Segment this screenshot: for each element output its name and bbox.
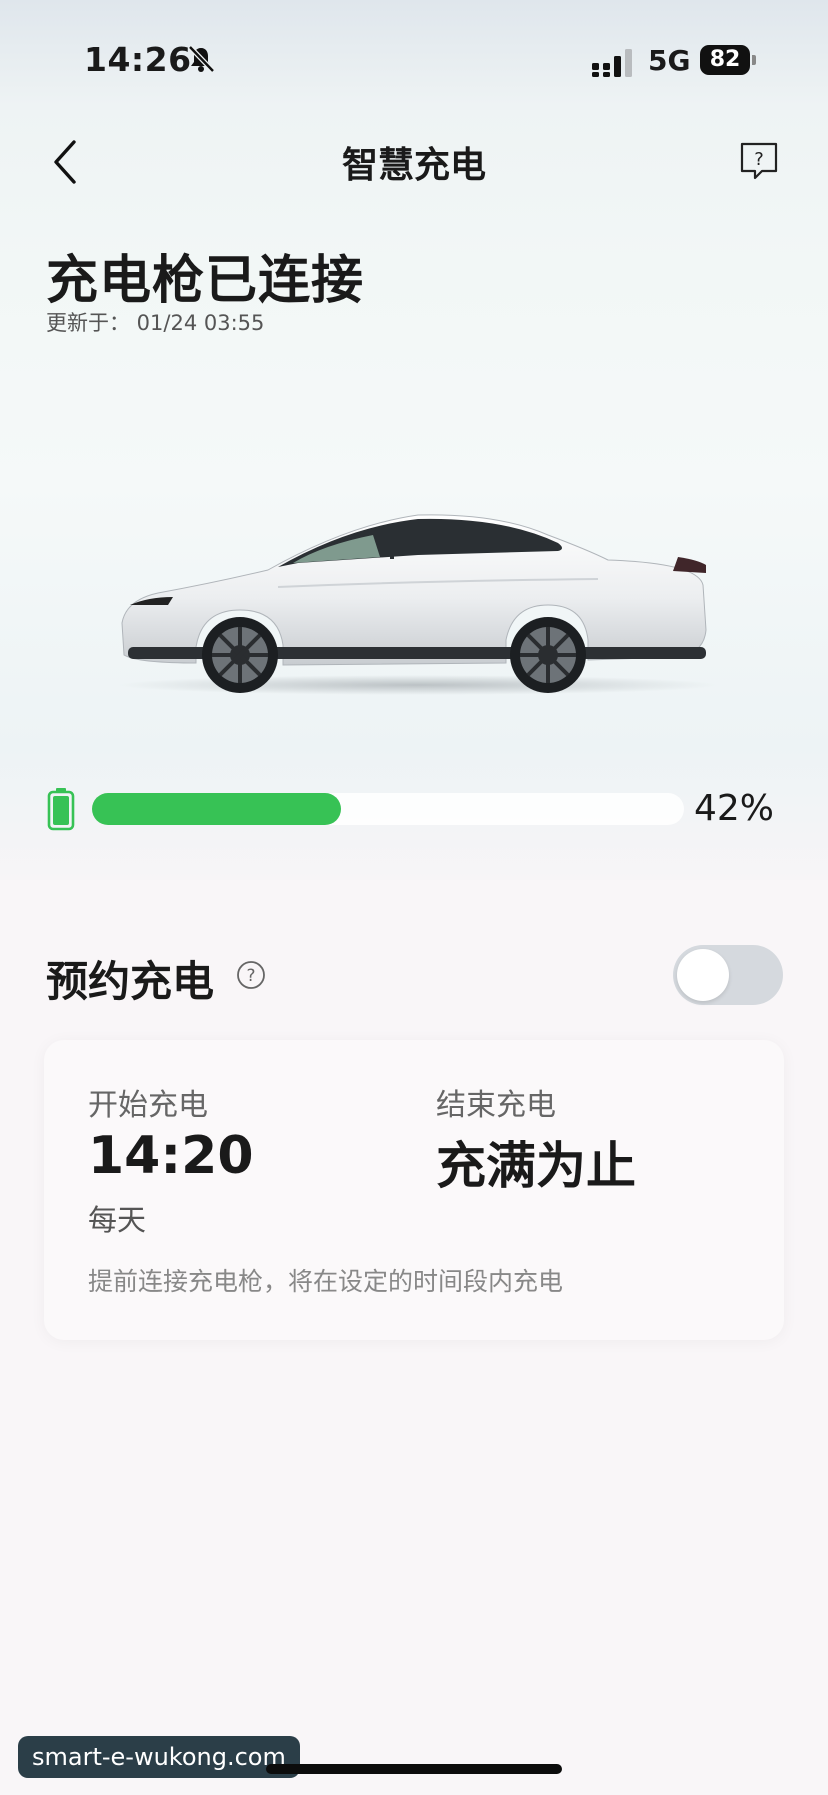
scheduled-charging-label: 预约充电	[46, 957, 215, 1006]
signal-icon	[592, 49, 632, 77]
info-question-icon[interactable]: ?	[236, 960, 266, 990]
battery-progress-bar	[92, 793, 684, 825]
start-charge-time: 14:20	[88, 1126, 254, 1186]
svg-text:?: ?	[754, 149, 764, 170]
watermark: smart-e-wukong.com	[18, 1736, 300, 1778]
start-charge-label: 开始充电	[88, 1088, 208, 1123]
connection-status: 充电枪已连接	[46, 251, 365, 311]
car-image	[118, 514, 718, 695]
network-label: 5G	[648, 44, 691, 77]
end-charge-value: 充满为止	[436, 1137, 636, 1195]
svg-text:?: ?	[246, 966, 255, 986]
end-charge-label: 结束充电	[436, 1088, 556, 1123]
home-indicator[interactable]	[266, 1764, 562, 1774]
schedule-note: 提前连接充电枪，将在设定的时间段内充电	[88, 1267, 564, 1296]
repeat-label: 每天	[88, 1203, 147, 1237]
header-background	[0, 0, 828, 880]
page-title: 智慧充电	[341, 145, 486, 186]
battery-percent: 42%	[693, 788, 774, 829]
updated-timestamp: 更新于： 01/24 03:55	[46, 311, 265, 335]
battery-charging-icon	[47, 788, 75, 831]
battery-icon: 82	[700, 45, 756, 75]
bell-off-icon	[188, 45, 215, 73]
help-question-icon[interactable]: ?	[738, 140, 780, 182]
status-time: 14:26	[84, 40, 192, 79]
toggle-knob	[677, 949, 729, 1001]
battery-progress-fill	[92, 793, 341, 825]
battery-level: 82	[709, 47, 741, 72]
scheduled-charging-toggle[interactable]	[673, 945, 783, 1005]
schedule-card[interactable]: 开始充电 14:20 每天 结束充电 充满为止 提前连接充电枪，将在设定的时间段…	[44, 1040, 784, 1340]
